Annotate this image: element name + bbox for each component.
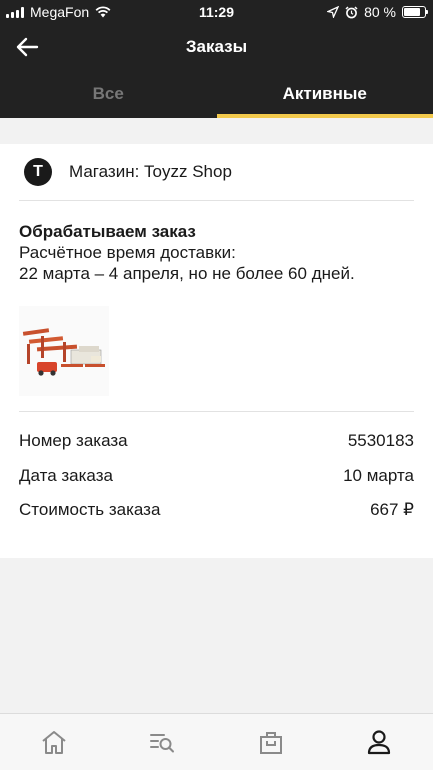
- page-title: Заказы: [185, 37, 248, 56]
- divider: [19, 411, 414, 412]
- tabbar-home[interactable]: [0, 714, 108, 770]
- order-date-value: 10 марта: [343, 465, 414, 485]
- battery-percent: 80 %: [364, 4, 396, 20]
- tabbar-profile[interactable]: [325, 714, 433, 770]
- header: MegaFon 11:29 80 % Заказы Все Активные: [0, 0, 433, 118]
- shop-name: Магазин: Toyzz Shop: [69, 162, 232, 181]
- nav-bar: Заказы: [0, 24, 433, 70]
- detail-row-order-date: Дата заказа 10 марта: [19, 459, 414, 494]
- shop-logo: T: [24, 158, 52, 186]
- status-bar: MegaFon 11:29 80 %: [0, 0, 433, 24]
- shop-row: T Магазин: Toyzz Shop: [19, 144, 414, 201]
- arrow-left-icon: [16, 37, 39, 57]
- order-cost-label: Стоимость заказа: [19, 500, 161, 520]
- order-card[interactable]: T Магазин: Toyzz Shop Обрабатываем заказ…: [0, 144, 433, 558]
- order-details: Номер заказа 5530183 Дата заказа 10 март…: [19, 424, 414, 528]
- detail-row-order-cost: Стоимость заказа 667 ₽: [19, 493, 414, 528]
- catalog-search-icon: [150, 734, 175, 753]
- order-status: Обрабатываем заказ Расчётное время доста…: [19, 221, 414, 284]
- bag-icon: [259, 732, 282, 754]
- product-image[interactable]: [19, 306, 109, 396]
- order-number-label: Номер заказа: [19, 431, 128, 451]
- carrier-name: MegaFon: [30, 4, 90, 20]
- signal-icon: [6, 6, 24, 18]
- alarm-icon: [345, 5, 358, 18]
- delivery-time-range: 22 марта – 4 апреля, но не более 60 дней…: [19, 264, 355, 283]
- order-tabs: Все Активные: [0, 70, 433, 118]
- order-status-title: Обрабатываем заказ: [19, 222, 196, 241]
- location-arrow-icon: [327, 6, 340, 18]
- delivery-time-label: Расчётное время доставки:: [19, 243, 236, 262]
- tabbar-catalog[interactable]: [108, 714, 216, 770]
- wifi-icon: [95, 6, 111, 18]
- order-date-label: Дата заказа: [19, 465, 113, 485]
- order-number-value: 5530183: [347, 431, 414, 451]
- detail-row-order-number: Номер заказа 5530183: [19, 424, 414, 459]
- tab-all[interactable]: Все: [0, 70, 217, 118]
- bottom-tab-bar: [0, 713, 433, 770]
- tab-active[interactable]: Активные: [216, 70, 433, 118]
- home-icon: [42, 731, 66, 754]
- tabbar-bag[interactable]: [217, 714, 325, 770]
- profile-icon: [367, 730, 390, 755]
- back-button[interactable]: [14, 36, 40, 58]
- order-cost-value: 667 ₽: [370, 500, 414, 520]
- battery-icon: [402, 6, 428, 18]
